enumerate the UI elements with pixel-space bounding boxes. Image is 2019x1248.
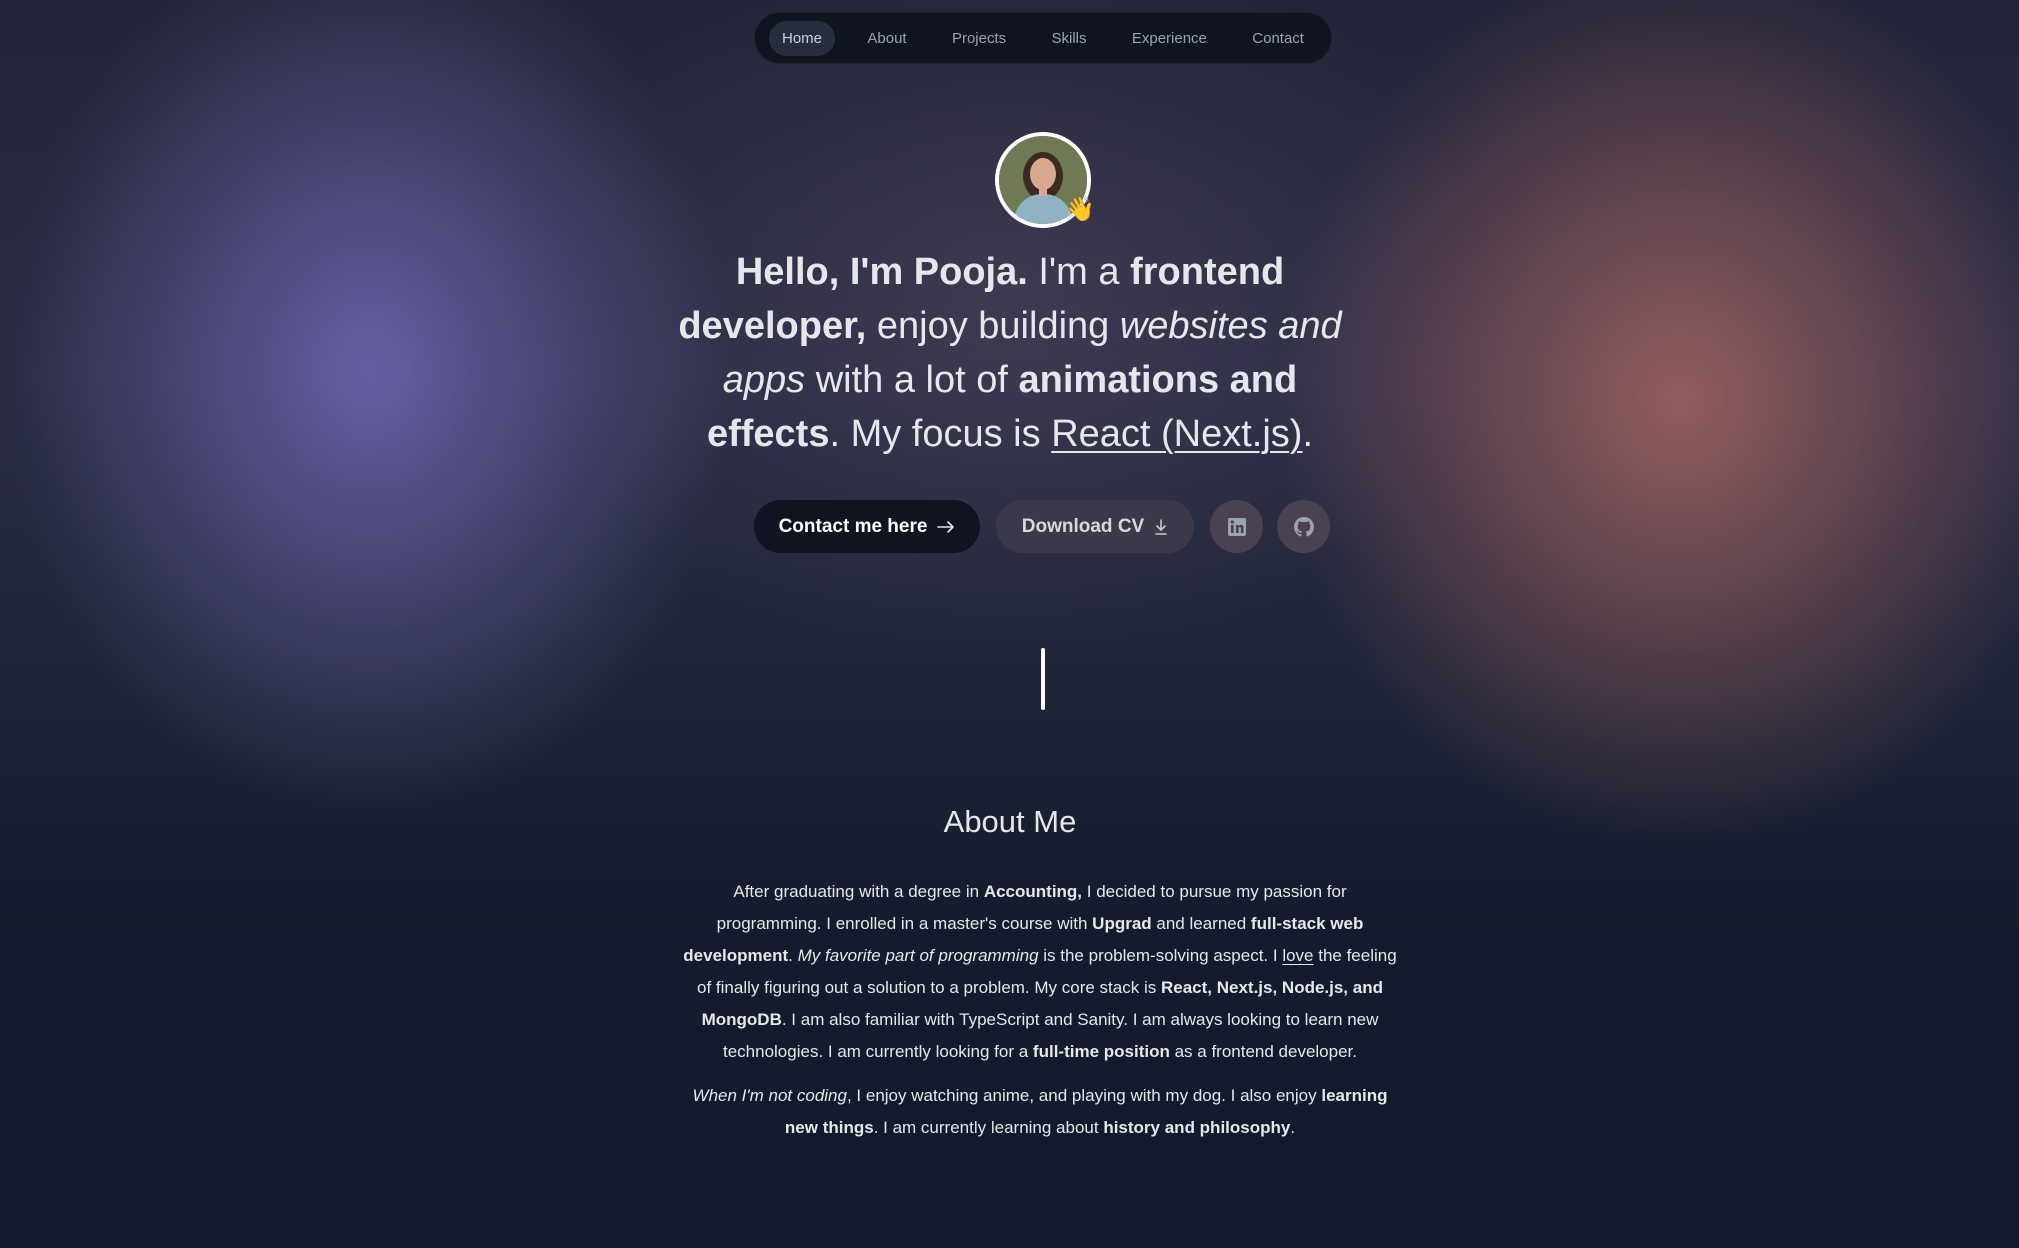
about-underline: love <box>1282 946 1314 965</box>
contact-button-label: Contact me here <box>778 515 928 537</box>
github-button[interactable] <box>1277 500 1330 553</box>
hero-text: with a lot of <box>805 359 1019 401</box>
arrow-right-icon <box>937 520 955 533</box>
contact-button[interactable]: Contact me here <box>754 500 980 553</box>
hero-text: . My focus is <box>829 413 1052 455</box>
about-text: and learned <box>1151 914 1251 933</box>
hero-headline: Hello, I'm Pooja. I'm a frontend develop… <box>660 245 1360 461</box>
wave-emoji: 👋 <box>1065 196 1095 223</box>
about-text: . I am currently learning about <box>873 1118 1104 1137</box>
linkedin-button[interactable] <box>1210 500 1263 553</box>
about-bold: full-time position <box>1032 1042 1170 1061</box>
hero-text: enjoy building <box>866 305 1120 347</box>
download-cv-label: Download CV <box>1021 515 1145 537</box>
scroll-indicator <box>1041 648 1045 710</box>
about-title: About Me <box>943 804 1077 839</box>
nav-contact[interactable]: Contact <box>1239 21 1317 56</box>
top-nav: Home About Projects Skills Experience Co… <box>754 12 1332 64</box>
nav-projects[interactable]: Projects <box>939 21 1019 56</box>
nav-skills[interactable]: Skills <box>1038 21 1099 56</box>
download-icon <box>1155 518 1168 535</box>
linkedin-icon <box>1227 517 1246 536</box>
download-cv-button[interactable]: Download CV <box>996 500 1194 553</box>
about-text: , I enjoy watching anime, and playing wi… <box>846 1086 1322 1105</box>
about-paragraph-1: After graduating with a degree in Accoun… <box>680 876 1400 1068</box>
nav-experience[interactable]: Experience <box>1119 21 1220 56</box>
about-bold: Accounting, <box>983 882 1083 901</box>
about-text: . <box>788 946 798 965</box>
about-paragraph-2: When I'm not coding, I enjoy watching an… <box>680 1080 1400 1144</box>
page: Home About Projects Skills Experience Co… <box>0 0 2019 1248</box>
nav-home[interactable]: Home <box>769 20 836 56</box>
hero-text: I'm a <box>1027 251 1131 293</box>
about-bold: history and philosophy <box>1103 1118 1291 1137</box>
github-icon <box>1293 516 1314 537</box>
nav-about[interactable]: About <box>854 21 919 56</box>
about-text: is the problem-solving aspect. I <box>1038 946 1283 965</box>
hero-focus: React (Next.js) <box>1051 413 1303 455</box>
about-text: as a frontend developer. <box>1169 1042 1357 1061</box>
hero-text: . <box>1302 413 1314 455</box>
about-bold: Upgrad <box>1092 914 1152 933</box>
hero-greeting: Hello, I'm Pooja. <box>735 251 1028 293</box>
about-text: . <box>1290 1118 1296 1137</box>
about-italic: When I'm not coding <box>692 1086 847 1105</box>
about-text: After graduating with a degree in <box>733 882 984 901</box>
about-italic: My favorite part of programming <box>797 946 1039 965</box>
